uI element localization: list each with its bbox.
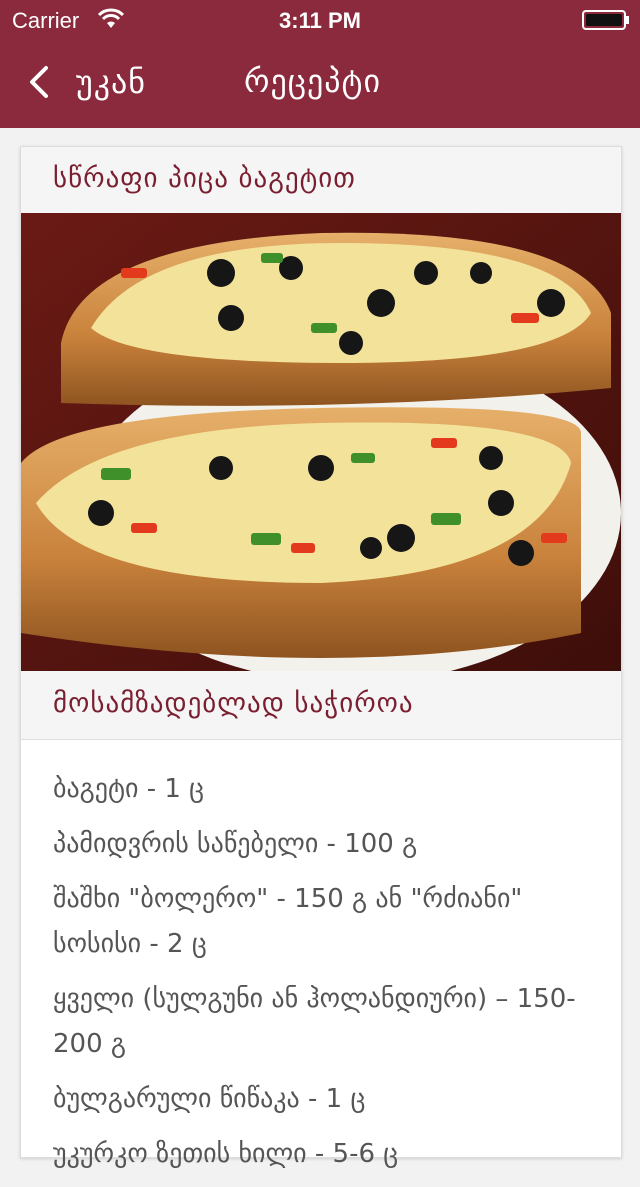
status-bar: Carrier 3:11 PM [0,0,640,40]
ingredient-item: უკურკო ზეთის ხილი - 5-6 ც [53,1139,399,1169]
ingredient-item: ყველი (სულგუნი ან ჰოლანდიური) – 150-200 … [53,984,576,1059]
pizza-baguette-photo [21,213,621,671]
ingredient-item: ბაგეტი - 1 ც [53,774,205,804]
back-button[interactable]: უკან [28,60,146,104]
battery-icon [582,10,629,30]
recipe-title-bar: სწრაფი პიცა ბაგეტით [21,147,621,213]
ingredients-heading-bar: მოსამზადებლად საჭიროა [21,671,621,740]
top-bar: Carrier 3:11 PM უკან რეცეპტი [0,0,640,128]
ingredients-list: ბაგეტი - 1 ც პამიდვრის საწებელი - 100 გ … [53,767,593,1187]
recipe-title: სწრაფი პიცა ბაგეტით [53,163,356,194]
ingredient-item: ბულგარული წიწაკა - 1 ც [53,1084,366,1114]
recipe-photo [21,213,621,671]
back-label: უკან [76,63,147,101]
recipe-card: სწრაფი პიცა ბაგეტით მოსამზადებლად საჭირო… [20,146,622,1169]
navigation-bar: უკან რეცეპტი [0,40,640,128]
ingredients-heading: მოსამზადებლად საჭიროა [53,688,414,719]
clock: 3:11 PM [279,8,361,33]
ingredient-item: შაშხი "ბოლერო" - 150 გ ან "რძიანი" სოსის… [53,884,523,959]
page-title: რეცეპტი [244,62,381,100]
ingredient-item: პამიდვრის საწებელი - 100 გ [53,829,418,859]
chevron-left-icon [30,66,48,98]
